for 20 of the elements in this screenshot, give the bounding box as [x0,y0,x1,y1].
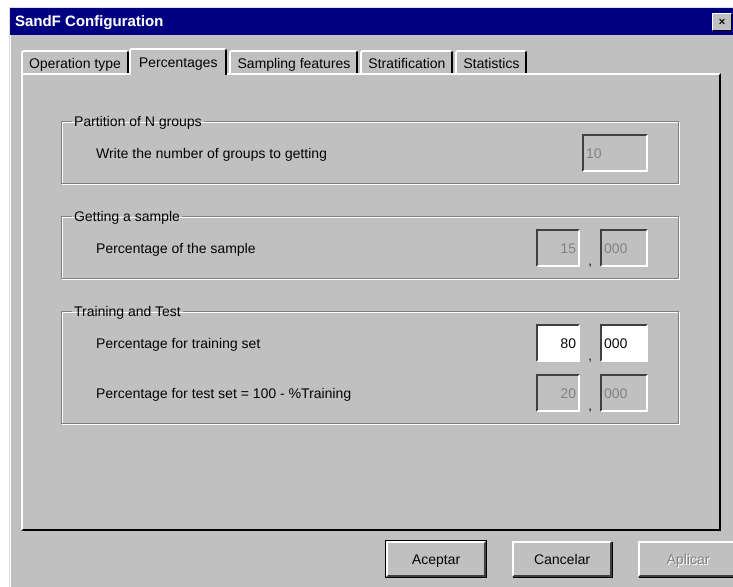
number-field[interactable]: 000 [600,324,648,362]
field-label: Percentage for test set = 100 - %Training [96,385,352,401]
cancel-button[interactable]: Cancelar [512,541,612,577]
window-title: SandF Configuration [15,13,164,30]
decimal-separator: , [587,349,593,362]
number-field[interactable]: 80 [536,324,580,362]
field-label: Write the number of groups to getting [96,145,327,161]
tab[interactable]: Statistics [455,50,528,73]
tab[interactable]: Percentages [128,48,228,75]
field-label: Percentage for training set [96,335,260,351]
tab[interactable]: Sampling features [229,50,358,73]
group-title: Getting a sample [73,208,181,224]
tab[interactable]: Operation type [21,50,129,73]
tab[interactable]: Stratification [360,50,454,73]
group-title: Training and Test [73,303,182,319]
decimal-separator: , [587,399,593,412]
decimal-separator: , [587,254,593,267]
group-title: Partition of N groups [73,113,203,129]
accept-button[interactable]: Aceptar [386,541,486,577]
field-label: Percentage of the sample [96,240,256,256]
